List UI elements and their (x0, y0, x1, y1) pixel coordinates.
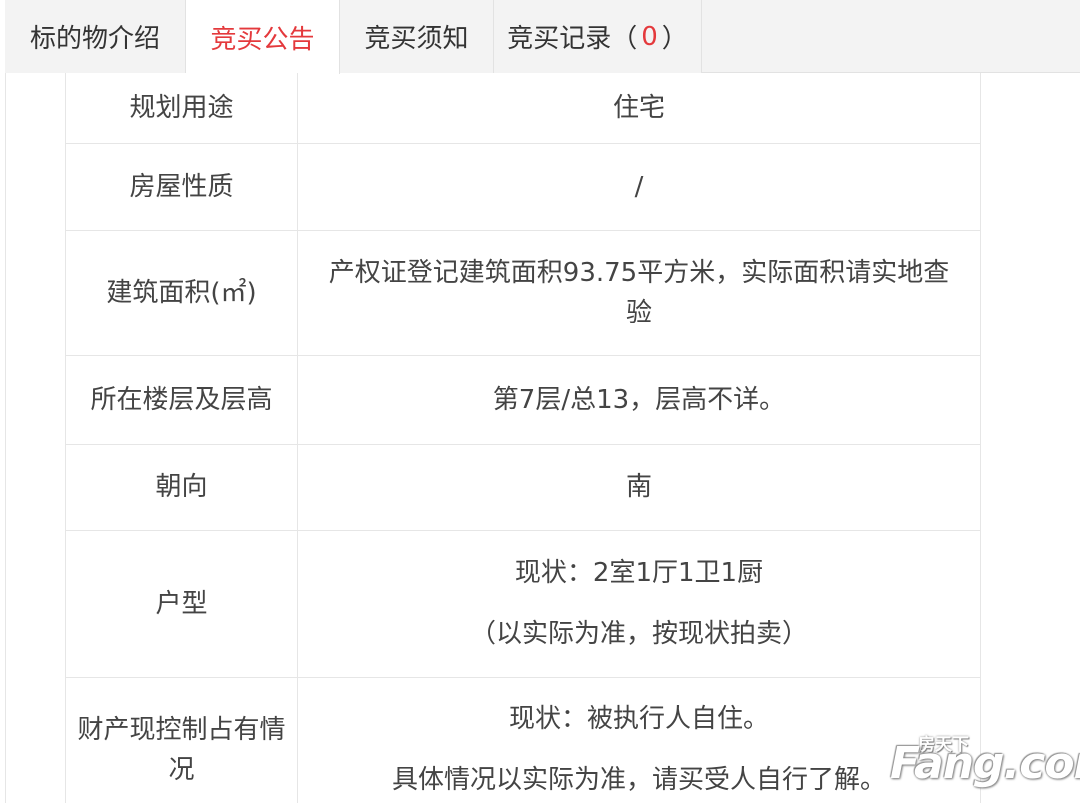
value-line: / (634, 171, 644, 202)
value-line: 具体情况以实际为准，请买受人自行了解。 (391, 764, 886, 795)
row-value-floor-level: 第7层/总13，层高不详。 (297, 354, 981, 445)
row-value-planned-use: 住宅 (297, 73, 981, 144)
table-row: 建筑面积(㎡) 产权证登记建筑面积93.75平方米，实际面积请实地查验 (65, 229, 981, 356)
table-row: 户型 现状：2室1厅1卫1厨 （以实际为准，按现状拍卖） (65, 529, 981, 678)
tab-auction-announcement[interactable]: 竞买公告 (186, 0, 340, 74)
tab-label: 竞买公告 (210, 24, 315, 55)
row-label-house-nature: 房屋性质 (65, 142, 298, 231)
table-row: 房屋性质 / (65, 142, 981, 231)
row-value-occupancy: 现状：被执行人自住。 具体情况以实际为准，请买受人自行了解。 (297, 676, 981, 803)
table-row: 所在楼层及层高 第7层/总13，层高不详。 (65, 354, 981, 445)
tab-label: 竞买须知 (364, 24, 469, 54)
row-label-occupancy: 财产现控制占有情况 (65, 676, 298, 803)
row-label-orientation: 朝向 (65, 443, 298, 531)
row-value-house-nature: / (297, 142, 981, 231)
value-line: 产权证登记建筑面积93.75平方米，实际面积请实地查验 (328, 257, 950, 328)
table-row: 规划用途 住宅 (65, 73, 981, 144)
bid-count-badge: 0 (641, 21, 658, 52)
value-line: 南 (625, 472, 652, 502)
property-info-table: 规划用途 住宅 房屋性质 / 建筑面积(㎡) 产权证登记建筑面积93.75平方米… (65, 73, 981, 803)
tab-auction-notice[interactable]: 竞买须知 (340, 0, 494, 73)
value-line: 现状：被执行人自住。 (508, 703, 769, 734)
tab-label: 标的物介绍 (29, 24, 160, 54)
tab-bar: 标的物介绍 竞买公告 竞买须知 竞买记录（ 0） (5, 0, 1080, 74)
tab-item-introduction[interactable]: 标的物介绍 (5, 0, 186, 73)
tab-bid-records[interactable]: 竞买记录（ 0） (494, 0, 702, 73)
value-line: 第7层/总13，层高不详。 (492, 384, 786, 415)
table-row: 朝向 南 (65, 443, 981, 531)
row-label-planned-use: 规划用途 (65, 73, 298, 144)
row-value-layout: 现状：2室1厅1卫1厨 （以实际为准，按现状拍卖） (297, 529, 981, 678)
row-label-floor-level: 所在楼层及层高 (65, 354, 298, 445)
tab-label-suffix: ） (661, 24, 688, 54)
row-label-floor-area: 建筑面积(㎡) (65, 229, 298, 356)
tab-label: 竞买记录（ (507, 24, 638, 54)
row-value-floor-area: 产权证登记建筑面积93.75平方米，实际面积请实地查验 (297, 229, 981, 356)
value-line: 现状：2室1厅1卫1厨 (514, 558, 764, 588)
row-label-layout: 户型 (65, 529, 298, 678)
value-line: （以实际为准，按现状拍卖） (469, 619, 808, 649)
value-line: 住宅 (612, 92, 665, 123)
table-row: 财产现控制占有情况 现状：被执行人自住。 具体情况以实际为准，请买受人自行了解。 (65, 676, 981, 803)
row-value-orientation: 南 (297, 443, 981, 531)
